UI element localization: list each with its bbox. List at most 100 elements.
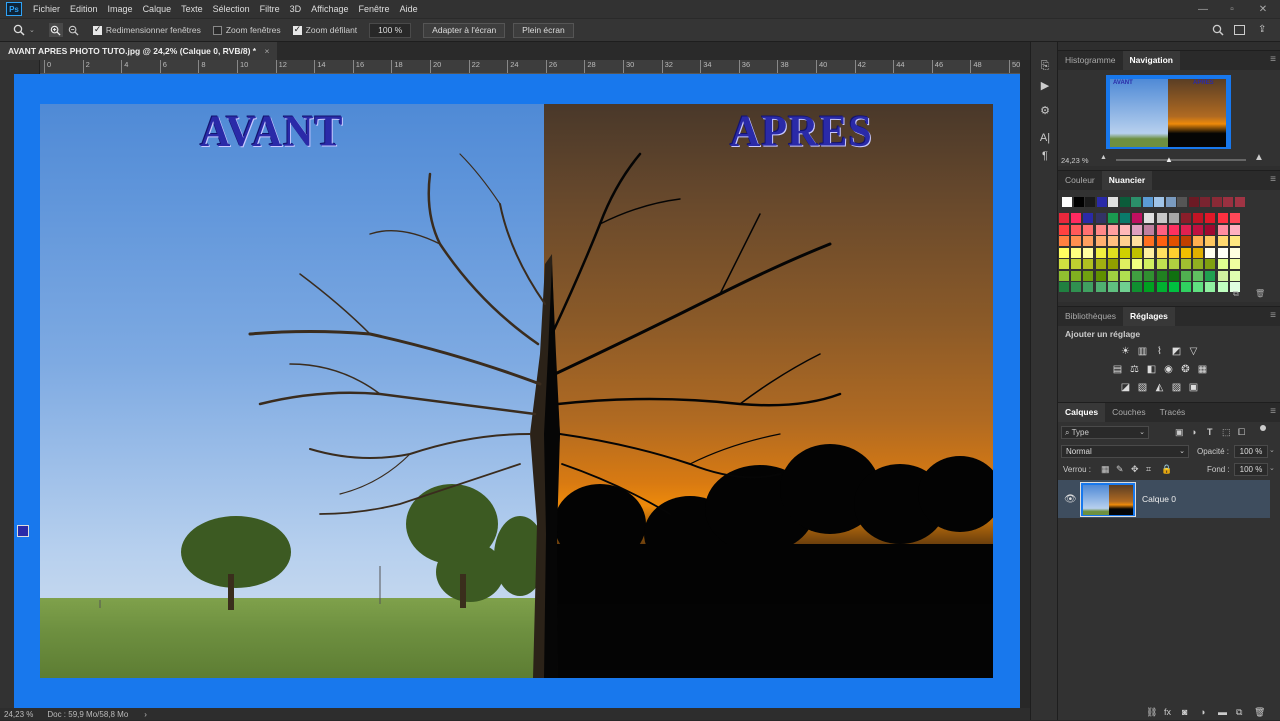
swatch[interactable] (1144, 282, 1155, 292)
swatch[interactable] (1229, 259, 1240, 269)
character-icon[interactable]: A| (1036, 130, 1054, 146)
swatch[interactable] (1229, 236, 1240, 246)
swatch[interactable] (1095, 259, 1106, 269)
swatch[interactable] (1168, 213, 1179, 223)
swatch[interactable] (1156, 224, 1167, 235)
swatch[interactable] (1205, 236, 1216, 246)
swatch[interactable] (1107, 213, 1118, 223)
swatch[interactable] (1229, 270, 1240, 281)
swatch[interactable] (1107, 236, 1118, 246)
swatch[interactable] (1059, 247, 1069, 258)
add-mask-icon[interactable]: ◙ (1182, 707, 1187, 717)
checkbox-checked-icon[interactable] (292, 24, 302, 35)
swatch[interactable] (1071, 247, 1082, 258)
swatch[interactable] (1144, 270, 1155, 281)
swatch[interactable] (1217, 213, 1228, 223)
filter-adjustment-icon[interactable]: ◑ (1191, 427, 1196, 437)
swatch[interactable] (1156, 282, 1167, 292)
swatch[interactable] (1200, 197, 1210, 207)
swatch[interactable] (1059, 282, 1069, 292)
tab-couches[interactable]: Couches (1105, 403, 1153, 422)
swatch[interactable] (1144, 236, 1155, 246)
swatch[interactable] (1120, 224, 1130, 235)
swatch[interactable] (1059, 224, 1069, 235)
gradient-map-icon[interactable]: ▨ (1171, 382, 1182, 393)
swatch[interactable] (1154, 197, 1164, 207)
swatch[interactable] (1205, 224, 1216, 235)
zoom-in-icon[interactable] (48, 23, 63, 37)
workspace-icon[interactable] (1234, 25, 1245, 35)
swatch[interactable] (1083, 213, 1094, 223)
panel-menu-icon[interactable]: ≡ (1270, 54, 1276, 65)
swatch[interactable] (1205, 247, 1216, 258)
swatch[interactable] (1168, 224, 1179, 235)
menu-edition[interactable]: Edition (65, 0, 103, 18)
navigator-slider-thumb[interactable]: ▲ (1165, 155, 1173, 164)
swatch[interactable] (1085, 197, 1095, 207)
panel-menu-icon[interactable]: ≡ (1270, 406, 1276, 417)
swatch[interactable] (1120, 259, 1130, 269)
tab-histogramme[interactable]: Histogramme (1058, 51, 1123, 70)
swatch[interactable] (1193, 247, 1204, 258)
lock-pixels-icon[interactable]: ✎ (1116, 464, 1124, 475)
link-layers-icon[interactable]: ⛓ (1146, 707, 1157, 718)
swatch[interactable] (1083, 247, 1094, 258)
swatch[interactable] (1120, 270, 1130, 281)
swatch[interactable] (1217, 259, 1228, 269)
swatch[interactable] (1071, 259, 1082, 269)
menu-3d[interactable]: 3D (285, 0, 307, 18)
swatch[interactable] (1217, 282, 1228, 292)
fill-field[interactable]: 100 % (1234, 463, 1268, 476)
status-menu-arrow[interactable]: › (144, 710, 147, 719)
swatch[interactable] (1156, 247, 1167, 258)
foreground-color-swatch[interactable] (17, 525, 29, 537)
swatch[interactable] (1095, 213, 1106, 223)
swatch[interactable] (1059, 270, 1069, 281)
swatch[interactable] (1223, 197, 1233, 207)
swatch[interactable] (1193, 236, 1204, 246)
swatch[interactable] (1083, 282, 1094, 292)
vibrance-icon[interactable]: ▽ (1188, 346, 1199, 357)
new-group-icon[interactable]: ▬ (1218, 707, 1227, 717)
swatch[interactable] (1120, 236, 1130, 246)
swatch[interactable] (1119, 197, 1130, 207)
paragraph-icon[interactable]: ¶ (1036, 148, 1054, 164)
new-adjustment-icon[interactable]: ◑ (1200, 707, 1205, 717)
swatch[interactable] (1071, 236, 1082, 246)
swatch[interactable] (1107, 247, 1118, 258)
swatch[interactable] (1120, 213, 1130, 223)
swatch[interactable] (1108, 197, 1118, 207)
swatch[interactable] (1095, 270, 1106, 281)
swatch[interactable] (1188, 197, 1199, 207)
share-icon[interactable]: ⇪ (1258, 24, 1266, 35)
swatch[interactable] (1193, 213, 1204, 223)
swatch[interactable] (1181, 236, 1191, 246)
filter-toggle-icon[interactable] (1260, 425, 1266, 431)
zoom-tool-icon[interactable] (12, 23, 26, 37)
swatch-grid[interactable] (1058, 195, 1270, 292)
swatch[interactable] (1095, 282, 1106, 292)
tab-calques[interactable]: Calques (1058, 403, 1106, 422)
menu-affichage[interactable]: Affichage (306, 0, 353, 18)
swatch[interactable] (1229, 247, 1240, 258)
swatch[interactable] (1144, 224, 1155, 235)
swatch[interactable] (1229, 224, 1240, 235)
menu-image[interactable]: Image (103, 0, 138, 18)
minimize-button[interactable]: — (1192, 0, 1214, 18)
swatch[interactable] (1144, 247, 1155, 258)
swatch[interactable] (1217, 224, 1228, 235)
swatch[interactable] (1132, 213, 1143, 223)
swatch[interactable] (1096, 197, 1107, 207)
swatch[interactable] (1132, 224, 1143, 235)
menu-filtre[interactable]: Filtre (255, 0, 285, 18)
swatch[interactable] (1205, 282, 1216, 292)
menu-texte[interactable]: Texte (176, 0, 208, 18)
tab-bibliotheques[interactable]: Bibliothèques (1058, 307, 1123, 326)
panel-menu-icon[interactable]: ≡ (1270, 174, 1276, 185)
swatch[interactable] (1193, 270, 1204, 281)
color-balance-icon[interactable]: ⚖ (1129, 364, 1140, 375)
properties-icon[interactable]: ⚙ (1036, 102, 1054, 118)
levels-icon[interactable]: ▥ (1137, 346, 1148, 357)
swatch[interactable] (1071, 224, 1082, 235)
swatch[interactable] (1095, 247, 1106, 258)
